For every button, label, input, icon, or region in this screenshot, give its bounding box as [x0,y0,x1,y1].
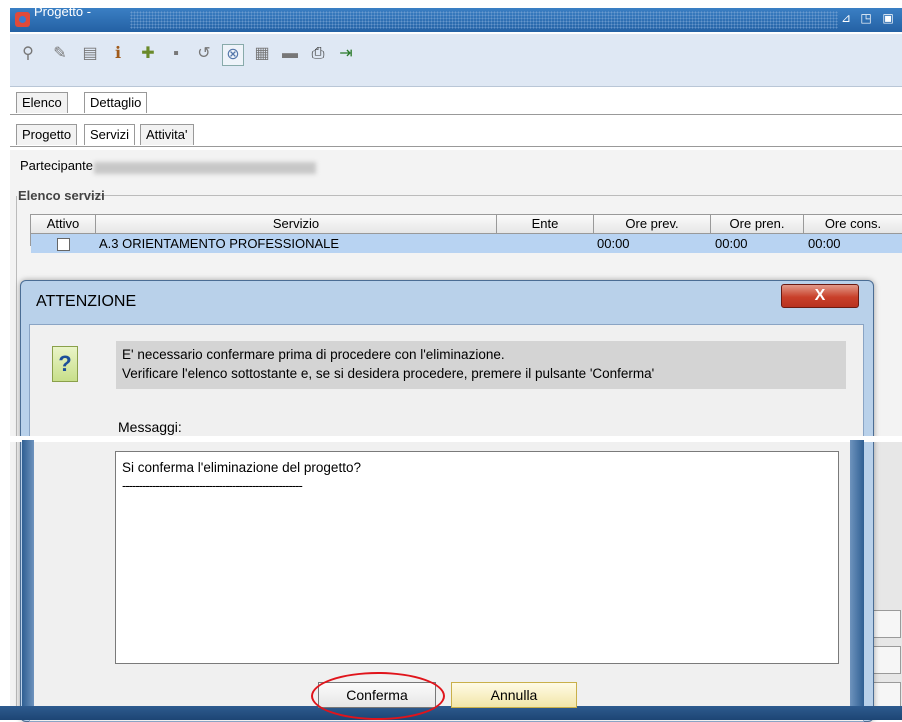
tab-progetto[interactable]: Progetto [16,124,78,145]
message-line: E' necessario confermare prima di proced… [122,347,505,362]
grid-icon[interactable]: ▦ [252,44,272,64]
attivo-checkbox[interactable] [57,238,70,251]
message-line: Verificare l'elenco sottostante e, se si… [122,366,655,381]
restore-icon[interactable]: ⊿ [838,10,854,26]
folder-icon[interactable]: ▬ [280,44,300,64]
cancel-button[interactable]: Annulla [451,682,577,708]
detail-tabs: Progetto Servizi Attivita' [10,120,902,147]
dialog-title: ATTENZIONE [36,293,137,310]
highlight-ring [311,672,445,720]
save-icon[interactable]: ▪ [166,44,186,64]
background-field [871,610,901,638]
messages-text-line: Si conferma l'eliminazione del progetto? [122,460,361,475]
cell-ore-cons: 00:00 [808,236,841,251]
document-icon[interactable]: ▤ [80,44,100,64]
col-ore-pren[interactable]: Ore pren. [711,215,804,234]
undo-icon[interactable]: ↺ [194,44,214,64]
table-row[interactable]: A.3 ORIENTAMENTO PROFESSIONALE 00:00 00:… [31,234,902,253]
col-attivo[interactable]: Attivo [31,215,96,234]
main-tabs: Elenco Dettaglio [10,88,902,115]
messages-textarea[interactable]: Si conferma l'eliminazione del progetto?… [115,451,839,664]
col-ore-prev[interactable]: Ore prev. [594,215,711,234]
services-table: Attivo Servizio Ente Ore prev. Ore pren.… [30,214,902,253]
maximize-icon[interactable]: ◳ [858,10,874,26]
fieldset-divider [90,195,902,196]
window-titlebar [10,8,902,32]
window-edge [22,440,34,720]
delete-icon[interactable]: ⊗ [222,44,244,66]
messages-label: Messaggi: [118,419,182,435]
cell-servizio: A.3 ORIENTAMENTO PROFESSIONALE [99,236,340,251]
tab-dettaglio[interactable]: Dettaglio [84,92,148,113]
tab-servizi[interactable]: Servizi [84,124,136,145]
print-icon[interactable]: ⎙ [308,44,328,64]
col-ore-cons[interactable]: Ore cons. [804,215,902,234]
question-icon: ? [52,346,78,382]
cell-ore-pren: 00:00 [715,236,748,251]
window-edge [850,440,864,720]
tab-elenco[interactable]: Elenco [16,92,68,113]
messages-text-line: ----------------------------------------… [122,478,303,493]
participant-label: Partecipante [20,158,93,173]
screenshot-seam [0,436,902,442]
app-icon [15,12,30,27]
tab-attivita[interactable]: Attivita' [140,124,194,145]
dialog-message: E' necessario confermare prima di proced… [116,341,846,389]
col-servizio[interactable]: Servizio [96,215,497,234]
edit-icon[interactable]: ✎ [50,44,70,64]
participant-value-redacted [94,162,316,174]
background-field [871,646,901,674]
close-button[interactable]: X [781,284,859,308]
taskbar-strip [0,706,902,720]
cell-ore-prev: 00:00 [597,236,630,251]
services-legend: Elenco servizi [18,188,105,203]
extra-icon[interactable]: ▣ [880,10,896,26]
toolbar: ⚲ ✎ ▤ ℹ ✚ ▪ ↺ ⊗ ▦ ▬ ⎙ ⇥ [10,34,902,87]
search-icon[interactable]: ⚲ [18,44,38,64]
new-icon[interactable]: ✚ [138,44,158,64]
window-title: Progetto - [34,4,92,19]
exit-icon[interactable]: ⇥ [336,44,356,64]
info-icon[interactable]: ℹ [108,44,128,64]
col-ente[interactable]: Ente [497,215,594,234]
